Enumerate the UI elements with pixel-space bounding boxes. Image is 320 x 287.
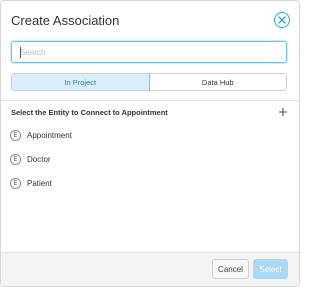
entity-item-appointment[interactable]: E Appointment bbox=[10, 130, 72, 141]
select-button[interactable]: Select bbox=[253, 259, 288, 279]
entity-badge: E bbox=[10, 130, 21, 141]
search-field[interactable] bbox=[11, 41, 287, 63]
text-caret bbox=[20, 47, 21, 58]
entity-label: Patient bbox=[27, 179, 52, 188]
entity-label: Appointment bbox=[27, 131, 72, 140]
cancel-button[interactable]: Cancel bbox=[212, 259, 249, 279]
tab-data-hub[interactable]: Data Hub bbox=[149, 74, 286, 90]
entity-item-patient[interactable]: E Patient bbox=[10, 178, 52, 189]
search-input[interactable] bbox=[12, 42, 286, 63]
entity-badge: E bbox=[10, 154, 21, 165]
entity-label: Doctor bbox=[27, 155, 51, 164]
section-title: Select the Entity to Connect to Appointm… bbox=[11, 108, 168, 117]
entity-item-doctor[interactable]: E Doctor bbox=[10, 154, 51, 165]
create-association-dialog: Create Association In Project Data Hub S… bbox=[0, 0, 300, 287]
close-icon[interactable] bbox=[274, 12, 290, 28]
entity-badge: E bbox=[10, 178, 21, 189]
divider bbox=[1, 100, 299, 101]
source-tabs: In Project Data Hub bbox=[11, 73, 287, 91]
dialog-title: Create Association bbox=[11, 13, 120, 28]
plus-icon[interactable] bbox=[277, 105, 289, 117]
dialog-header: Create Association bbox=[1, 1, 299, 39]
tab-in-project[interactable]: In Project bbox=[12, 74, 150, 90]
dialog-footer: Cancel Select bbox=[1, 252, 299, 286]
